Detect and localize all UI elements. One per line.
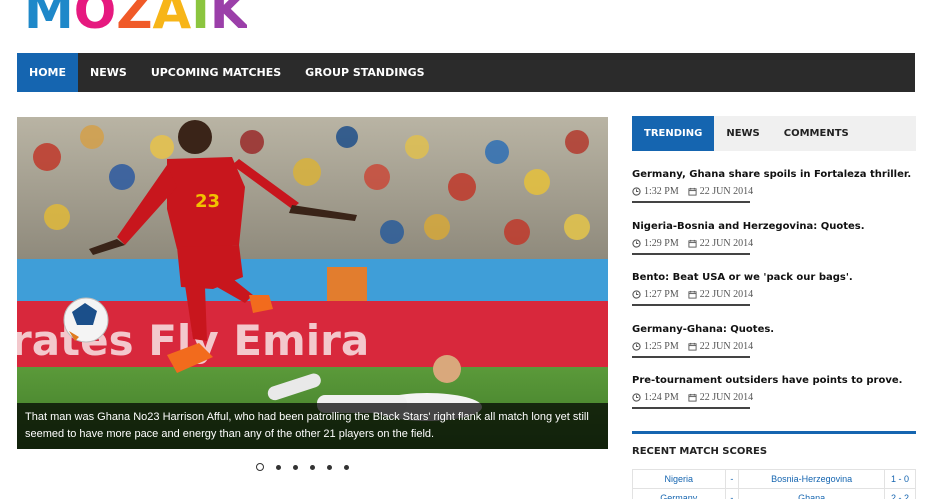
- calendar-icon: [688, 290, 697, 299]
- news-date: 22 JUN 2014: [699, 340, 754, 352]
- nav-item-home[interactable]: HOME: [17, 53, 79, 92]
- news-item: Pre-tournament outsiders have points to …: [632, 374, 916, 426]
- hero-slide[interactable]: rates Fly Emira 23 That man was Ghana No…: [17, 117, 608, 449]
- news-date: 22 JUN 2014: [699, 186, 754, 197]
- clock-icon: [632, 341, 641, 351]
- slider-dot[interactable]: [293, 464, 298, 470]
- logo-letter: Z: [116, 0, 152, 30]
- news-meta: 1:27 PM 22 JUN 2014: [632, 289, 916, 300]
- score-cell-sep: -: [724, 469, 740, 489]
- trending-news-list: Germany, Ghana share spoils in Fortaleza…: [632, 168, 916, 426]
- score-cell-home: Nigeria: [632, 469, 726, 489]
- nav-item-upcoming-matches[interactable]: UPCOMING MATCHES: [139, 53, 293, 92]
- calendar-icon: [688, 393, 697, 402]
- news-title-link[interactable]: Pre-tournament outsiders have points to …: [632, 374, 916, 388]
- clock-icon: [632, 290, 641, 299]
- logo-letter: I: [191, 0, 210, 30]
- calendar-icon: [688, 187, 697, 196]
- scores-table: Nigeria - Bosnia-Herzegovina 1 - 0 Germany - G…: [632, 469, 916, 499]
- score-cell-home: Germany: [632, 488, 726, 499]
- news-time: 1:32 PM: [644, 186, 679, 197]
- site-logo[interactable]: MOZAIK: [24, 0, 247, 30]
- news-time: 1:27 PM: [644, 289, 679, 300]
- news-divider: [632, 407, 750, 409]
- score-cell-score: 1 - 0: [884, 469, 916, 489]
- score-row[interactable]: Nigeria - Bosnia-Herzegovina 1 - 0: [632, 469, 916, 489]
- calendar-icon: [688, 342, 697, 351]
- news-meta: 1:32 PM 22 JUN 2014: [632, 186, 916, 197]
- calendar-icon: [688, 239, 697, 248]
- score-row[interactable]: Germany - Ghana 2 - 2: [632, 488, 916, 499]
- news-time: 1:24 PM: [644, 392, 679, 403]
- news-time: 1:25 PM: [644, 340, 679, 352]
- news-date: 22 JUN 2014: [699, 392, 754, 403]
- hero-photo: rates Fly Emira 23: [17, 117, 608, 449]
- news-time: 1:29 PM: [644, 237, 679, 249]
- slider-dot[interactable]: [310, 464, 315, 470]
- slider-dot[interactable]: [276, 464, 281, 470]
- logo-letter: K: [209, 0, 247, 30]
- news-divider: [632, 304, 750, 306]
- news-date: 22 JUN 2014: [699, 237, 754, 249]
- nav-item-news[interactable]: NEWS: [78, 53, 139, 92]
- news-meta: 1:29 PM 22 JUN 2014: [632, 238, 916, 249]
- slider-pagination: [256, 463, 349, 471]
- news-title-link[interactable]: Germany, Ghana share spoils in Fortaleza…: [632, 168, 916, 182]
- news-item: Bento: Beat USA or we 'pack our bags'. 1:…: [632, 271, 916, 323]
- sidebar-tabs: TRENDING NEWS COMMENTS: [632, 116, 916, 151]
- news-divider: [632, 201, 750, 203]
- main-nav: HOME NEWS UPCOMING MATCHES GROUP STANDIN…: [17, 53, 915, 92]
- score-cell-score: 2 - 2: [884, 488, 916, 499]
- logo-letter: M: [24, 0, 74, 30]
- slide-caption: That man was Ghana No23 Harrison Afful, …: [17, 403, 608, 449]
- clock-icon: [632, 393, 641, 402]
- slider-dot[interactable]: [327, 464, 332, 470]
- tab-comments[interactable]: COMMENTS: [772, 116, 861, 151]
- news-meta: 1:25 PM 22 JUN 2014: [632, 341, 916, 352]
- score-cell-away: Ghana: [738, 488, 886, 499]
- logo-letter: A: [152, 0, 192, 30]
- tab-trending[interactable]: TRENDING: [632, 116, 715, 151]
- tab-news[interactable]: NEWS: [714, 116, 771, 151]
- score-cell-away: Bosnia-Herzegovina: [738, 469, 886, 489]
- nav-item-group-standings[interactable]: GROUP STANDINGS: [293, 53, 436, 92]
- slider-dot[interactable]: [256, 463, 264, 471]
- news-date: 22 JUN 2014: [699, 289, 754, 300]
- news-divider: [632, 355, 750, 358]
- slider-dot[interactable]: [344, 464, 349, 470]
- clock-icon: [632, 187, 641, 196]
- news-meta: 1:24 PM 22 JUN 2014: [632, 392, 916, 403]
- clock-icon: [632, 238, 641, 248]
- news-divider: [632, 252, 750, 255]
- news-item: Germany, Ghana share spoils in Fortaleza…: [632, 168, 916, 220]
- news-item: Nigeria-Bosnia and Herzegovina: Quotes. 1…: [632, 220, 916, 272]
- news-item: Germany-Ghana: Quotes. 1:25 PM 22 JUN 2014: [632, 323, 916, 375]
- news-title-link[interactable]: Germany-Ghana: Quotes.: [632, 323, 916, 337]
- news-title-link[interactable]: Bento: Beat USA or we 'pack our bags'.: [632, 271, 916, 285]
- news-title-link[interactable]: Nigeria-Bosnia and Herzegovina: Quotes.: [632, 220, 916, 234]
- logo-letter: O: [73, 0, 116, 30]
- score-cell-sep: -: [724, 488, 740, 499]
- scores-heading: RECENT MATCH SCORES: [632, 431, 916, 457]
- jersey-number: 23: [195, 191, 220, 212]
